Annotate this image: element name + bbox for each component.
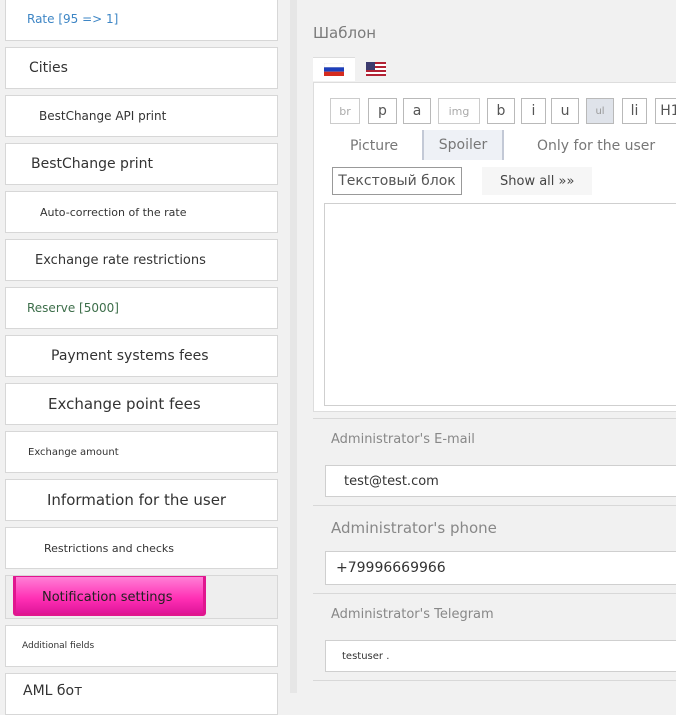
email-label: Administrator's E-mail [331,432,475,447]
panel-divider [290,0,297,693]
sidebar-item-label: Cities [29,60,68,76]
tag-button-h1[interactable]: H1 [655,98,676,124]
template-content-textarea[interactable] [324,203,676,406]
show-all-button[interactable]: Show all »» [482,167,593,195]
sidebar-item-label: BestChange print [31,156,153,172]
russia-flag-icon [324,63,344,76]
tag-button-b[interactable]: b [487,98,515,124]
sidebar-item-label: Exchange point fees [48,395,201,413]
main-panel: Шаблон br p a img b i u ul li H1 Picture… [297,0,676,693]
tag-button-u[interactable]: u [551,98,579,124]
tag-button-i[interactable]: i [521,98,546,124]
sidebar-item-auto-correction[interactable]: Auto-correction of the rate [5,191,278,233]
sidebar-item-label: Payment systems fees [51,348,209,364]
template-editor: br p a img b i u ul li H1 Picture Spoile… [313,82,676,412]
sidebar-item-rate[interactable]: Rate [95 => 1] [5,0,278,41]
sidebar-item-label: Information for the user [47,491,227,509]
sidebar-item-label: AML бот [23,683,83,699]
email-field[interactable]: test@test.com [325,465,676,497]
sidebar-item-exchange-rate-restrictions[interactable]: Exchange rate restrictions [5,239,278,281]
insert-spoiler-button[interactable]: Spoiler [422,130,504,160]
tag-button-li[interactable]: li [622,98,647,124]
text-block-button[interactable]: Текстовый блок [332,167,462,195]
telegram-value: testuser . [342,650,390,662]
sidebar-item-label: Restrictions and checks [44,541,175,555]
sidebar-item-label: Reserve [5000] [27,301,119,315]
insert-picture-button[interactable]: Picture [350,138,398,154]
usa-flag-icon [366,61,386,76]
tag-button-img[interactable]: img [438,98,480,124]
sidebar-item-exchange-amount[interactable]: Exchange amount [5,431,278,473]
sidebar-item-information-for-user[interactable]: Information for the user [5,479,278,521]
phone-field[interactable]: +79996669966 [325,551,676,585]
sidebar-item-restrictions-and-checks[interactable]: Restrictions and checks [5,527,278,569]
language-tab-en[interactable] [355,57,397,80]
sidebar-item-label: Exchange rate restrictions [35,252,206,268]
phone-value: +79996669966 [336,560,446,576]
insert-spoiler-label: Spoiler [438,137,488,153]
sidebar-item-label: Notification settings [42,590,173,605]
language-tab-ru[interactable] [313,57,355,81]
telegram-label: Administrator's Telegram [331,607,494,622]
separator [313,505,676,506]
tag-button-ul[interactable]: ul [586,98,614,124]
separator [313,593,676,594]
sidebar-item-label: Additional fields [22,641,95,651]
sidebar-item-aml-bot[interactable]: AML бот [5,673,278,715]
phone-label: Administrator's phone [331,519,497,537]
sidebar-item-exchange-point-fees[interactable]: Exchange point fees [5,383,278,425]
sidebar-item-label: BestChange API print [39,109,167,123]
sidebar-item-bestchange-api-print[interactable]: BestChange API print [5,95,278,137]
sidebar-item-label: Rate [95 => 1] [27,12,119,26]
sidebar-item-label: Auto-correction of the rate [40,205,187,219]
sidebar-item-bestchange-print[interactable]: BestChange print [5,143,278,185]
sidebar-item-label: Exchange amount [28,446,119,458]
sidebar-item-notification-settings[interactable]: Notification settings [5,575,278,619]
email-value: test@test.com [344,473,439,489]
separator [313,680,676,681]
tag-button-p[interactable]: p [368,98,397,124]
sidebar-item-payment-systems-fees[interactable]: Payment systems fees [5,335,278,377]
sidebar-item-additional-fields[interactable]: Additional fields [5,625,278,667]
template-title: Шаблон [313,24,377,42]
sidebar: Rate [95 => 1] Cities BestChange API pri… [0,0,290,715]
sidebar-item-reserve[interactable]: Reserve [5000] [5,287,278,329]
sidebar-item-cities[interactable]: Cities [5,47,278,89]
telegram-field[interactable]: testuser . [325,640,676,672]
only-for-user-button[interactable]: Only for the user [537,138,655,154]
tag-button-a[interactable]: a [403,98,431,124]
separator [313,418,676,419]
tag-button-br[interactable]: br [330,98,360,124]
